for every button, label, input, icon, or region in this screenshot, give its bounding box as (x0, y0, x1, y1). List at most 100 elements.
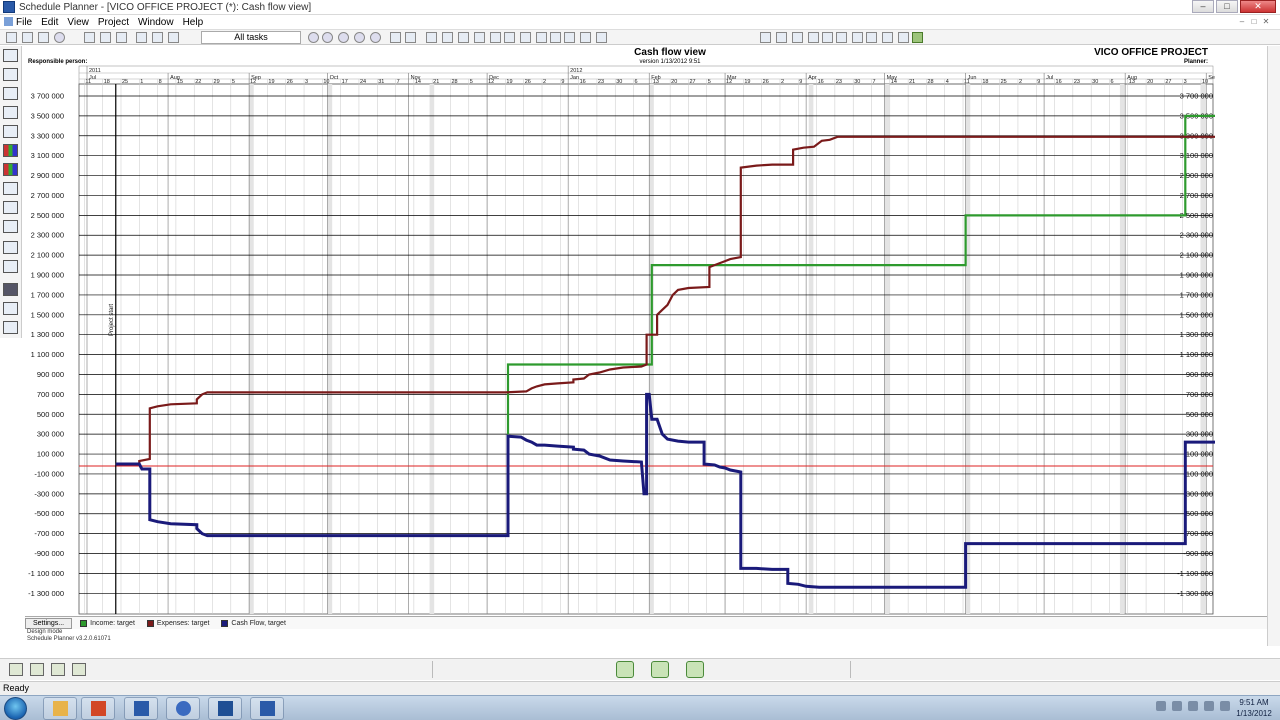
taskbar-vico-app-1[interactable] (124, 697, 158, 720)
document-icon[interactable] (3, 241, 18, 254)
task-list-icon[interactable] (3, 220, 18, 233)
schedule-grid-view-icon[interactable] (3, 68, 18, 81)
filter-icon[interactable] (520, 32, 531, 43)
tray-flag-icon[interactable] (1204, 701, 1214, 711)
ungroup-icon[interactable] (808, 32, 819, 43)
flowline-view-icon[interactable] (3, 87, 18, 100)
menu-bar: File Edit View Project Window Help – □ ✕ (0, 15, 1280, 29)
timer-icon[interactable] (651, 661, 669, 678)
tray-network-icon[interactable] (1172, 701, 1182, 711)
close-button[interactable]: ✕ (1240, 0, 1276, 13)
menu-edit[interactable]: Edit (41, 17, 58, 28)
check-icon[interactable] (836, 32, 847, 43)
open-icon[interactable] (22, 32, 33, 43)
start-button[interactable] (4, 697, 27, 720)
taskbar-powerpoint[interactable] (81, 697, 115, 720)
mdi-close-button[interactable]: ✕ (1260, 16, 1272, 27)
zoom-range-icon[interactable] (354, 32, 365, 43)
pin-icon[interactable] (458, 32, 469, 43)
tools-icon[interactable] (898, 32, 909, 43)
mdi-minimize-button[interactable]: – (1236, 16, 1248, 27)
taskbar-vico-app-2[interactable] (166, 697, 200, 720)
mdi-restore-button[interactable]: □ (1248, 16, 1260, 27)
zoom-in-icon[interactable] (308, 32, 319, 43)
location-view-icon[interactable] (3, 182, 18, 195)
add-icon[interactable] (390, 32, 401, 43)
taskbar-clock[interactable]: 9:51 AM 1/13/2012 (1232, 697, 1276, 719)
week-day-label: 3 (1184, 79, 1187, 85)
zoom-out-icon[interactable] (322, 32, 333, 43)
remove-icon[interactable] (405, 32, 416, 43)
menu-view[interactable]: View (67, 17, 89, 28)
grid-icon[interactable] (442, 32, 453, 43)
histogram-view-icon[interactable] (3, 163, 18, 176)
edit-icon[interactable] (882, 32, 893, 43)
taskbar-explorer[interactable] (43, 697, 77, 720)
cash-flow-chart[interactable]: Cash flow view version 1/13/2012 9:51 VI… (25, 46, 1215, 616)
outline-view-icon[interactable] (3, 321, 18, 334)
week-day-label: 9 (1037, 79, 1040, 85)
chart-canvas: Cash flow view version 1/13/2012 9:51 VI… (28, 47, 1215, 615)
resource-chart-icon[interactable] (3, 144, 18, 157)
menu-help[interactable]: Help (183, 17, 204, 28)
notes-icon[interactable] (550, 32, 561, 43)
y-tick-label-left: 2 900 000 (31, 171, 64, 180)
page-setup-icon[interactable] (168, 32, 179, 43)
expand-icon[interactable] (822, 32, 833, 43)
taskbar-vico-app-3[interactable] (208, 697, 242, 720)
taskbar-vico-app-4[interactable] (250, 697, 284, 720)
system-tray (1150, 701, 1230, 711)
tray-volume-icon[interactable] (1188, 701, 1198, 711)
menu-window[interactable]: Window (138, 17, 174, 28)
chart-settings-icon[interactable] (72, 663, 86, 676)
settings-button[interactable]: Settings... (25, 617, 73, 629)
group-icon[interactable] (792, 32, 803, 43)
calendar-icon[interactable] (536, 32, 547, 43)
chart-icon[interactable] (852, 32, 863, 43)
network-view-icon[interactable] (3, 125, 18, 138)
align-icon[interactable] (760, 32, 771, 43)
distribute-icon[interactable] (776, 32, 787, 43)
tray-arrow-icon[interactable] (1156, 701, 1166, 711)
report-view-icon[interactable] (3, 302, 18, 315)
maximize-button[interactable]: □ (1216, 0, 1238, 13)
save-layout-icon[interactable] (30, 663, 44, 676)
week-day-label: 22 (195, 79, 201, 85)
edit-layout-icon[interactable] (51, 663, 65, 676)
layout-icon[interactable] (9, 663, 23, 676)
menu-project[interactable]: Project (98, 17, 129, 28)
layers-icon[interactable] (564, 32, 575, 43)
save-icon[interactable] (38, 32, 49, 43)
refresh-icon[interactable] (912, 32, 923, 43)
split-icon[interactable] (504, 32, 515, 43)
clock-date: 1/13/2012 (1236, 709, 1272, 718)
cut-icon[interactable] (84, 32, 95, 43)
table-icon[interactable] (426, 32, 437, 43)
report-icon[interactable] (596, 32, 607, 43)
cash-flow-view-icon[interactable] (3, 283, 18, 296)
resources-icon[interactable] (580, 32, 591, 43)
y-tick-label-right: 1 100 000 (1180, 350, 1213, 359)
table-view-icon[interactable] (3, 201, 18, 214)
zoom-fit-icon[interactable] (338, 32, 349, 43)
edit-pencil-icon[interactable] (616, 661, 634, 678)
gantt-view-icon[interactable] (3, 106, 18, 119)
undo-icon[interactable] (54, 32, 65, 43)
print-preview-icon[interactable] (152, 32, 163, 43)
unlink-icon[interactable] (490, 32, 501, 43)
copy-icon[interactable] (100, 32, 111, 43)
right-scroll-strip[interactable] (1267, 46, 1280, 646)
tray-power-icon[interactable] (1220, 701, 1230, 711)
task-filter-select[interactable]: All tasks (201, 31, 301, 44)
menu-file[interactable]: File (4, 17, 32, 28)
zoom-reset-icon[interactable] (370, 32, 381, 43)
paste-icon[interactable] (116, 32, 127, 43)
settings-icon[interactable] (866, 32, 877, 43)
link-icon[interactable] (474, 32, 485, 43)
new-icon[interactable] (6, 32, 17, 43)
list-view-icon[interactable] (3, 260, 18, 273)
settings-gear-icon[interactable] (3, 49, 18, 62)
print-icon[interactable] (136, 32, 147, 43)
minimize-button[interactable]: – (1192, 0, 1214, 13)
refresh-green-icon[interactable] (686, 661, 704, 678)
